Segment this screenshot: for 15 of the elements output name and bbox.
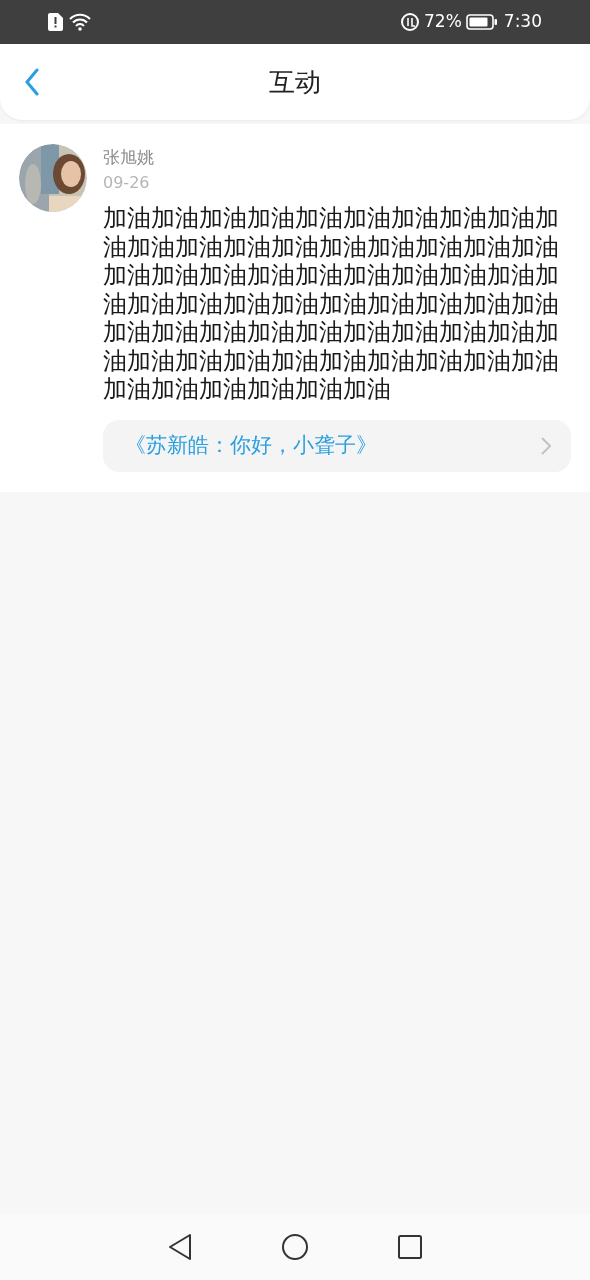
- author-name: 张旭姚: [103, 146, 155, 168]
- back-nav-icon[interactable]: [167, 1233, 193, 1261]
- data-saver-icon: [400, 12, 420, 32]
- comment-date: 09-26: [103, 172, 151, 194]
- article-link[interactable]: 《苏新皓：你好，小聋子》: [103, 419, 571, 472]
- sim-alert-icon: [48, 13, 63, 31]
- battery-icon: [465, 14, 498, 30]
- home-nav-icon[interactable]: [281, 1233, 309, 1261]
- battery-percent: 72%: [424, 10, 462, 34]
- clock: 7:30: [503, 10, 542, 34]
- recent-apps-icon[interactable]: [397, 1234, 423, 1260]
- comment-text: 加油加油加油加油加油加油加油加油加油加油加油加油加油加油加油加油加油加油加油加油加油加油加油加油加油加油加油加油加油加油加油加油加油加油加油加油加油加油加油加油加油加油加油加油加油加油加油加油加油加油加油加油加油加油加油加油加油加油加油加油加油加油加油: [103, 204, 560, 404]
- wifi-icon: [69, 13, 91, 31]
- chevron-right-icon: [541, 436, 551, 455]
- page-title: 互动: [269, 65, 321, 99]
